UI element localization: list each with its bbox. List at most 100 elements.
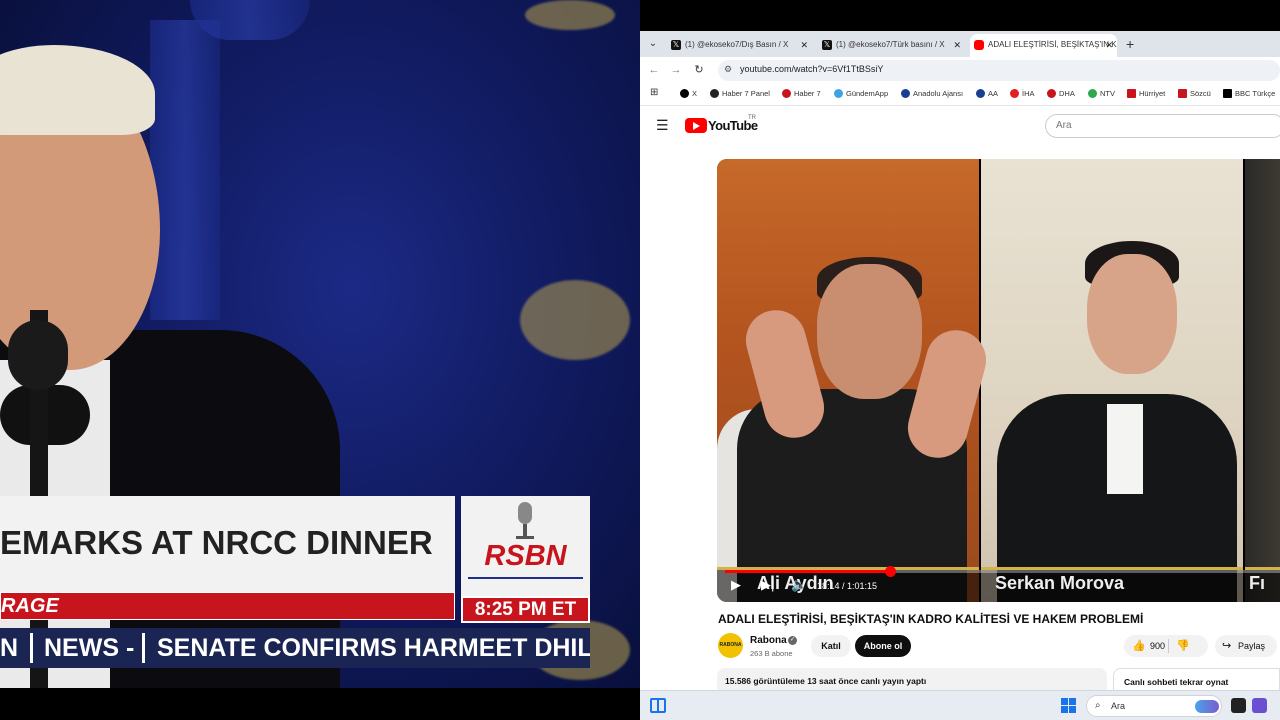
dha-icon xyxy=(1047,89,1056,98)
video-title: ADALI ELEŞTİRİSİ, BEŞİKTAŞ'IN KADRO KALİ… xyxy=(718,612,1144,626)
tab-label: ADALI ELEŞTİRİSİ, BEŞİKTAŞ'IN K xyxy=(988,40,1117,49)
taskbar-search-label: Ara xyxy=(1111,701,1126,711)
ticker-text-mid: NEWS - xyxy=(44,634,135,662)
thumbs-up-icon[interactable]: 👍 xyxy=(1132,639,1146,652)
search-highlight-icon xyxy=(1195,700,1219,713)
screen: EMARKS AT NRCC DINNER RAGE RSBN 8:25 PM … xyxy=(0,0,1280,720)
microphone xyxy=(8,320,68,390)
hamburger-menu-icon[interactable]: ☰ xyxy=(656,118,670,132)
bookmark-label: Haber 7 xyxy=(794,89,821,98)
tab-youtube-active[interactable]: ADALI ELEŞTİRİSİ, BEŞİKTAŞ'IN K ✕ xyxy=(970,34,1117,57)
tab-search-chevron-icon[interactable]: ⌄ xyxy=(644,35,662,53)
tab-turk-basini[interactable]: 𝕏 (1) @ekoseko7/Türk basını / X ✕ xyxy=(818,34,965,57)
forward-arrow-icon[interactable]: → xyxy=(668,62,684,78)
youtube-header: ☰ YouTube TR Ara xyxy=(640,106,1280,146)
next-icon[interactable]: ▶| xyxy=(761,577,774,593)
red-banner: RAGE xyxy=(0,592,455,620)
bookmark-label: Hürriyet xyxy=(1139,89,1166,98)
progress-fill xyxy=(725,570,890,573)
person1-head xyxy=(817,264,922,399)
progress-scrubber[interactable] xyxy=(884,566,896,577)
bookmark-sozcu[interactable]: Sözcü xyxy=(1178,89,1211,98)
bookmark-gundemapp[interactable]: GündemApp xyxy=(834,89,888,98)
x-logo-icon: 𝕏 xyxy=(822,40,832,50)
bookmark-label: İHA xyxy=(1022,89,1035,98)
windows-start-icon[interactable] xyxy=(1061,698,1077,714)
chat-replay-label: Canlı sohbeti tekrar oynat xyxy=(1124,677,1229,687)
bookmark-label: X xyxy=(692,89,698,98)
backdrop-pillar xyxy=(150,20,220,320)
video-time: 18:14 / 1:01:15 xyxy=(817,581,878,591)
share-button[interactable]: ↪ Paylaş xyxy=(1215,635,1277,657)
apps-grid-icon[interactable]: ⊞ xyxy=(650,87,658,98)
subscriber-count: 263 B abone xyxy=(750,649,793,658)
channel-avatar[interactable]: RABONA xyxy=(718,633,743,658)
name-text: Serkan Morova xyxy=(995,573,1125,593)
site-info-icon[interactable]: ⚙ xyxy=(724,64,732,75)
subscribe-button[interactable]: Abone ol xyxy=(855,635,911,657)
haber7-icon xyxy=(710,89,719,98)
news-ticker: N NEWS - SENATE CONFIRMS HARMEET DHILLO xyxy=(0,628,590,668)
bookmark-hurriyet[interactable]: Hürriyet xyxy=(1127,89,1165,98)
app-icon[interactable] xyxy=(1252,698,1267,713)
backdrop-dome xyxy=(190,0,310,40)
tab-close-icon[interactable]: ✕ xyxy=(800,34,808,56)
ticker-separator xyxy=(30,633,33,663)
tab-bar: ⌄ 𝕏 (1) @ekoseko7/Dış Basın / X ✕ 𝕏 (1) … xyxy=(640,31,1280,57)
country-code: TR xyxy=(748,115,756,121)
haber7-icon xyxy=(782,89,791,98)
video-player[interactable]: Ali Aydın Serkan Morova Fı ▶ ▶| 🔈 18:14 … xyxy=(717,159,1280,602)
bookmark-ntv[interactable]: NTV xyxy=(1088,89,1115,98)
person2-shirt xyxy=(1107,404,1143,494)
progress-bar[interactable] xyxy=(725,566,1280,577)
gundemapp-icon xyxy=(834,89,843,98)
bookmark-aa[interactable]: AA xyxy=(976,89,998,98)
new-tab-icon[interactable]: + xyxy=(1126,35,1134,53)
ticker-text-right: SENATE CONFIRMS HARMEET DHILLO xyxy=(157,634,590,662)
bookmark-iha[interactable]: İHA xyxy=(1010,89,1035,98)
channel-name[interactable]: Rabona xyxy=(750,635,787,646)
youtube-favicon-icon xyxy=(974,40,984,50)
bookmark-dha[interactable]: DHA xyxy=(1047,89,1075,98)
tab-label: (1) @ekoseko7/Türk basını / X xyxy=(836,40,945,49)
logo-underline xyxy=(468,577,583,579)
youtube-logo-icon[interactable] xyxy=(685,118,707,133)
bookmark-bbc-turkce[interactable]: BBC Türkçe xyxy=(1223,89,1275,98)
join-button[interactable]: Katıl xyxy=(811,635,851,657)
aa-icon xyxy=(976,89,985,98)
widgets-icon[interactable] xyxy=(650,698,666,713)
thumbs-down-icon[interactable]: 👎 xyxy=(1176,639,1190,652)
video-panel-right xyxy=(1245,159,1280,602)
bookmark-haber7-panel[interactable]: Haber 7 Panel xyxy=(710,89,770,98)
bookmark-x[interactable]: X xyxy=(680,89,697,98)
hurriyet-icon xyxy=(1127,89,1136,98)
bookmark-haber7[interactable]: Haber 7 xyxy=(782,89,821,98)
letterbox-bar xyxy=(640,0,1280,31)
tv-broadcast: EMARKS AT NRCC DINNER RAGE RSBN 8:25 PM … xyxy=(0,0,640,720)
taskbar-search[interactable]: ⌕ Ara xyxy=(1086,695,1222,717)
tab-close-icon[interactable]: ✕ xyxy=(1105,34,1113,56)
navigation-bar: ← → ↻ ⚙ youtube.com/watch?v=6Vf1TtBSsiY xyxy=(640,57,1280,84)
search-placeholder: Ara xyxy=(1056,120,1072,131)
bookmark-anadolu-ajansi[interactable]: Anadolu Ajansı xyxy=(901,89,963,98)
lower-third-title: EMARKS AT NRCC DINNER xyxy=(0,524,433,561)
share-arrow-icon: ↪ xyxy=(1222,640,1232,652)
youtube-search-input[interactable]: Ara xyxy=(1045,114,1280,138)
share-label: Paylaş xyxy=(1238,641,1266,651)
tab-close-icon[interactable]: ✕ xyxy=(953,34,961,56)
volume-icon[interactable]: 🔈 xyxy=(791,577,807,593)
bookmark-label: NTV xyxy=(1100,89,1115,98)
url-text: youtube.com/watch?v=6Vf1TtBSsiY xyxy=(740,64,884,74)
letterbox-bar xyxy=(0,688,640,720)
reload-icon[interactable]: ↻ xyxy=(691,62,707,78)
bookmark-label: BBC Türkçe xyxy=(1235,89,1276,98)
bookmark-label: GündemApp xyxy=(846,89,889,98)
play-icon[interactable]: ▶ xyxy=(731,577,741,593)
bookmarks-bar: ⊞ X Haber 7 Panel Haber 7 GündemApp Anad… xyxy=(640,84,1280,106)
address-bar[interactable]: ⚙ youtube.com/watch?v=6Vf1TtBSsiY xyxy=(718,60,1280,81)
person2-head xyxy=(1087,254,1177,374)
task-view-icon[interactable] xyxy=(1231,698,1246,713)
broadcast-time: 8:25 PM ET xyxy=(461,596,590,623)
tab-dis-basin[interactable]: 𝕏 (1) @ekoseko7/Dış Basın / X ✕ xyxy=(667,34,812,57)
back-arrow-icon[interactable]: ← xyxy=(646,62,662,78)
